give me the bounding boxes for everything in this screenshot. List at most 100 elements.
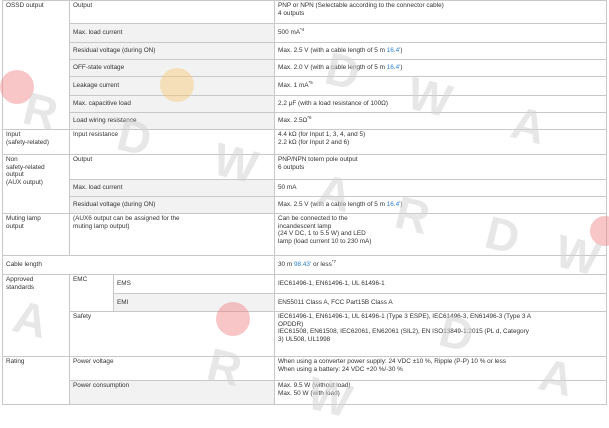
spec-value-text: 50 mA	[278, 184, 297, 192]
spec-value-text: )	[400, 64, 403, 72]
category-label: standards	[6, 283, 35, 291]
spec-value-text: IEC61496-1, EN61496-1, UL 61496-1	[278, 280, 385, 288]
spec-value: Max. 9.5 W (without load) Max. 50 W (with…	[274, 380, 607, 405]
spec-label-text: Input resistance	[73, 131, 119, 138]
spec-label-text: EMS	[117, 280, 131, 288]
category-label: Rating	[6, 358, 25, 365]
spec-value-line: When using a converter power supply: 24 …	[278, 358, 506, 365]
category-muting-lamp-output: Muting lamp output	[2, 213, 70, 256]
category-cable-length: Cable length	[2, 255, 275, 275]
spec-value: When using a converter power supply: 24 …	[274, 356, 607, 381]
spec-value-line: (24 V DC, 1 to 5.5 W) and LED	[278, 230, 366, 238]
specification-table: OSSD output Output PNP or NPN (Selectabl…	[2, 0, 607, 405]
spec-value-text: Max. 2.5Ω	[278, 117, 308, 125]
spec-label-text: Leakage current	[73, 82, 120, 90]
spec-value: Max. 2.5Ω*6	[274, 112, 607, 130]
category-label: (AUX output)	[6, 178, 43, 186]
spec-value: EN55011 Class A, FCC Part15B Class A	[274, 293, 607, 312]
spec-value: 500 mA*4	[274, 23, 607, 43]
spec-value-line: Can be connected to the	[278, 215, 348, 222]
spec-value-text: )	[400, 47, 403, 55]
spec-label-text: Residual voltage (during ON)	[73, 201, 156, 209]
spec-value: Can be connected to the incandescent lamp…	[274, 213, 607, 256]
spec-label: (AUX6 output can be assigned for the muti…	[69, 213, 275, 256]
spec-label-text: Max. load current	[73, 29, 123, 37]
spec-label-text: Output	[73, 2, 93, 9]
spec-value-text: EN55011 Class A, FCC Part15B Class A	[278, 298, 393, 306]
spec-value: Max. 2.0 V (with a cable length of 5 m 1…	[274, 59, 607, 77]
unit-conversion-link[interactable]: 16.4'	[387, 47, 401, 54]
table-row: OSSD output Output PNP or NPN (Selectabl…	[2, 0, 607, 130]
footnote-marker: *5	[308, 80, 313, 86]
spec-label: Load wiring resistance	[69, 112, 275, 130]
footnote-marker: *4	[300, 27, 305, 33]
spec-label-text: Residual voltage (during ON)	[73, 47, 156, 55]
spec-label-text: OFF-state voltage	[73, 64, 125, 72]
spec-label-text: Max. load current	[73, 184, 123, 192]
spec-label-text: Load wiring resistance	[73, 117, 137, 125]
spec-value: Max. 2.5 V (with a cable length of 5 m 1…	[274, 196, 607, 214]
unit-conversion-link[interactable]: 98.43'	[294, 261, 311, 268]
category-rating: Rating	[2, 356, 70, 405]
spec-value-line: lamp (load current 10 to 230 mA)	[278, 237, 372, 245]
spec-value-text: Max. 2.5 V (with a cable length of 5 m	[278, 47, 387, 55]
spec-value-text: Max. 2.5 V (with a cable length of 5 m	[278, 201, 387, 209]
spec-value-line: IEC61508, EN61508, IEC62061, EN62061 (SI…	[278, 328, 529, 336]
table-row: Load wiring resistance Max. 2.5Ω*6	[3, 112, 607, 130]
spec-label: Residual voltage (during ON)	[69, 196, 275, 214]
spec-value: 2.2 μF (with a load resistance of 100Ω)	[274, 95, 607, 113]
spec-label: Max. load current	[69, 23, 275, 43]
spec-value-line: 2.2 kΩ (for Input 2 and 6)	[278, 138, 350, 146]
category-label: Approved	[6, 276, 34, 283]
spec-value-line: IEC61496-1, EN61496-1, UL 61496-1 (Type …	[278, 313, 532, 320]
spec-value-line: OPDDR)	[278, 320, 304, 328]
spec-label-text: EMI	[117, 298, 129, 306]
table-row: Non safety-related output (AUX output) Outp…	[2, 154, 607, 214]
spec-value: 4.4 kΩ (for Input 1, 3, 4, and 5) 2.2 kΩ …	[274, 129, 607, 155]
category-label: Muting lamp	[6, 215, 41, 222]
spec-value: IEC61496-1, EN61496-1, UL 61496-1 (Type …	[274, 311, 607, 357]
spec-label: OFF-state voltage	[69, 59, 275, 77]
spec-value-line: 3) UL508, UL1998	[278, 335, 331, 343]
table-row: Rating Power voltage When using a conver…	[2, 356, 607, 405]
category-label: Non	[6, 156, 18, 163]
spec-value-line: 6 outputs	[278, 163, 305, 171]
spec-label: Max. capacitive load	[69, 95, 275, 113]
category-label: safety-related	[6, 163, 45, 171]
spec-value-text: or less	[311, 261, 332, 269]
unit-conversion-link[interactable]: 16.4'	[387, 64, 401, 71]
spec-value-text: 2.2 μF (with a load resistance of 100Ω)	[278, 100, 389, 108]
category-aux-output: Non safety-related output (AUX output)	[2, 154, 70, 214]
category-input: Input (safety-related)	[2, 129, 70, 155]
spec-value-text: Max. 2.0 V (with a cable length of 5 m	[278, 64, 387, 72]
table-row: Safety IEC61496-1, EN61496-1, UL 61496-1…	[3, 311, 607, 357]
category-label: output	[6, 222, 24, 230]
table-row: Approved standards EMC EMS IEC61496-1, EN…	[2, 274, 607, 357]
spec-value: PNP/NPN totem pole output 6 outputs	[274, 154, 607, 180]
spec-value-line: Max. 9.5 W (without load)	[278, 382, 351, 389]
table-row: Input (safety-related) Input resistance 4…	[2, 129, 607, 155]
spec-label: EMS	[113, 274, 275, 294]
spec-value-line: When using a battery: 24 VDC +20 %/-30 %	[278, 365, 403, 373]
spec-label: Output	[69, 0, 275, 24]
spec-value: 30 m 98.43' or less*7	[274, 255, 607, 275]
footnote-marker: *7	[331, 259, 337, 265]
spec-value: PNP or NPN (Selectable according to the …	[274, 0, 607, 24]
spec-value-line: 4.4 kΩ (for Input 1, 3, 4, and 5)	[278, 131, 366, 138]
spec-label: Max. load current	[69, 179, 275, 197]
table-row: Residual voltage (during ON) Max. 2.5 V …	[3, 196, 607, 214]
spec-label-text: Output	[73, 156, 93, 163]
spec-label: Leakage current	[69, 76, 275, 96]
spec-value-line: Max. 50 W (with load)	[278, 389, 340, 397]
table-row: Muting lamp output (AUX6 output can be as…	[2, 213, 607, 256]
table-row: Leakage current Max. 1 mA*5	[3, 76, 607, 96]
spec-label-text: (AUX6 output can be assigned for the	[73, 215, 180, 222]
table-row: Cable length 30 m 98.43' or less*7	[2, 255, 607, 275]
spec-label: Input resistance	[69, 129, 275, 155]
spec-value: IEC61496-1, EN61496-1, UL 61496-1	[274, 274, 607, 294]
spec-value-line: PNP or NPN (Selectable according to the …	[278, 2, 444, 9]
table-row: Max. load current 50 mA	[3, 179, 607, 197]
unit-conversion-link[interactable]: 16.4'	[387, 201, 401, 208]
spec-value-text: 500 mA	[278, 29, 301, 37]
spec-value: Max. 1 mA*5	[274, 76, 607, 96]
